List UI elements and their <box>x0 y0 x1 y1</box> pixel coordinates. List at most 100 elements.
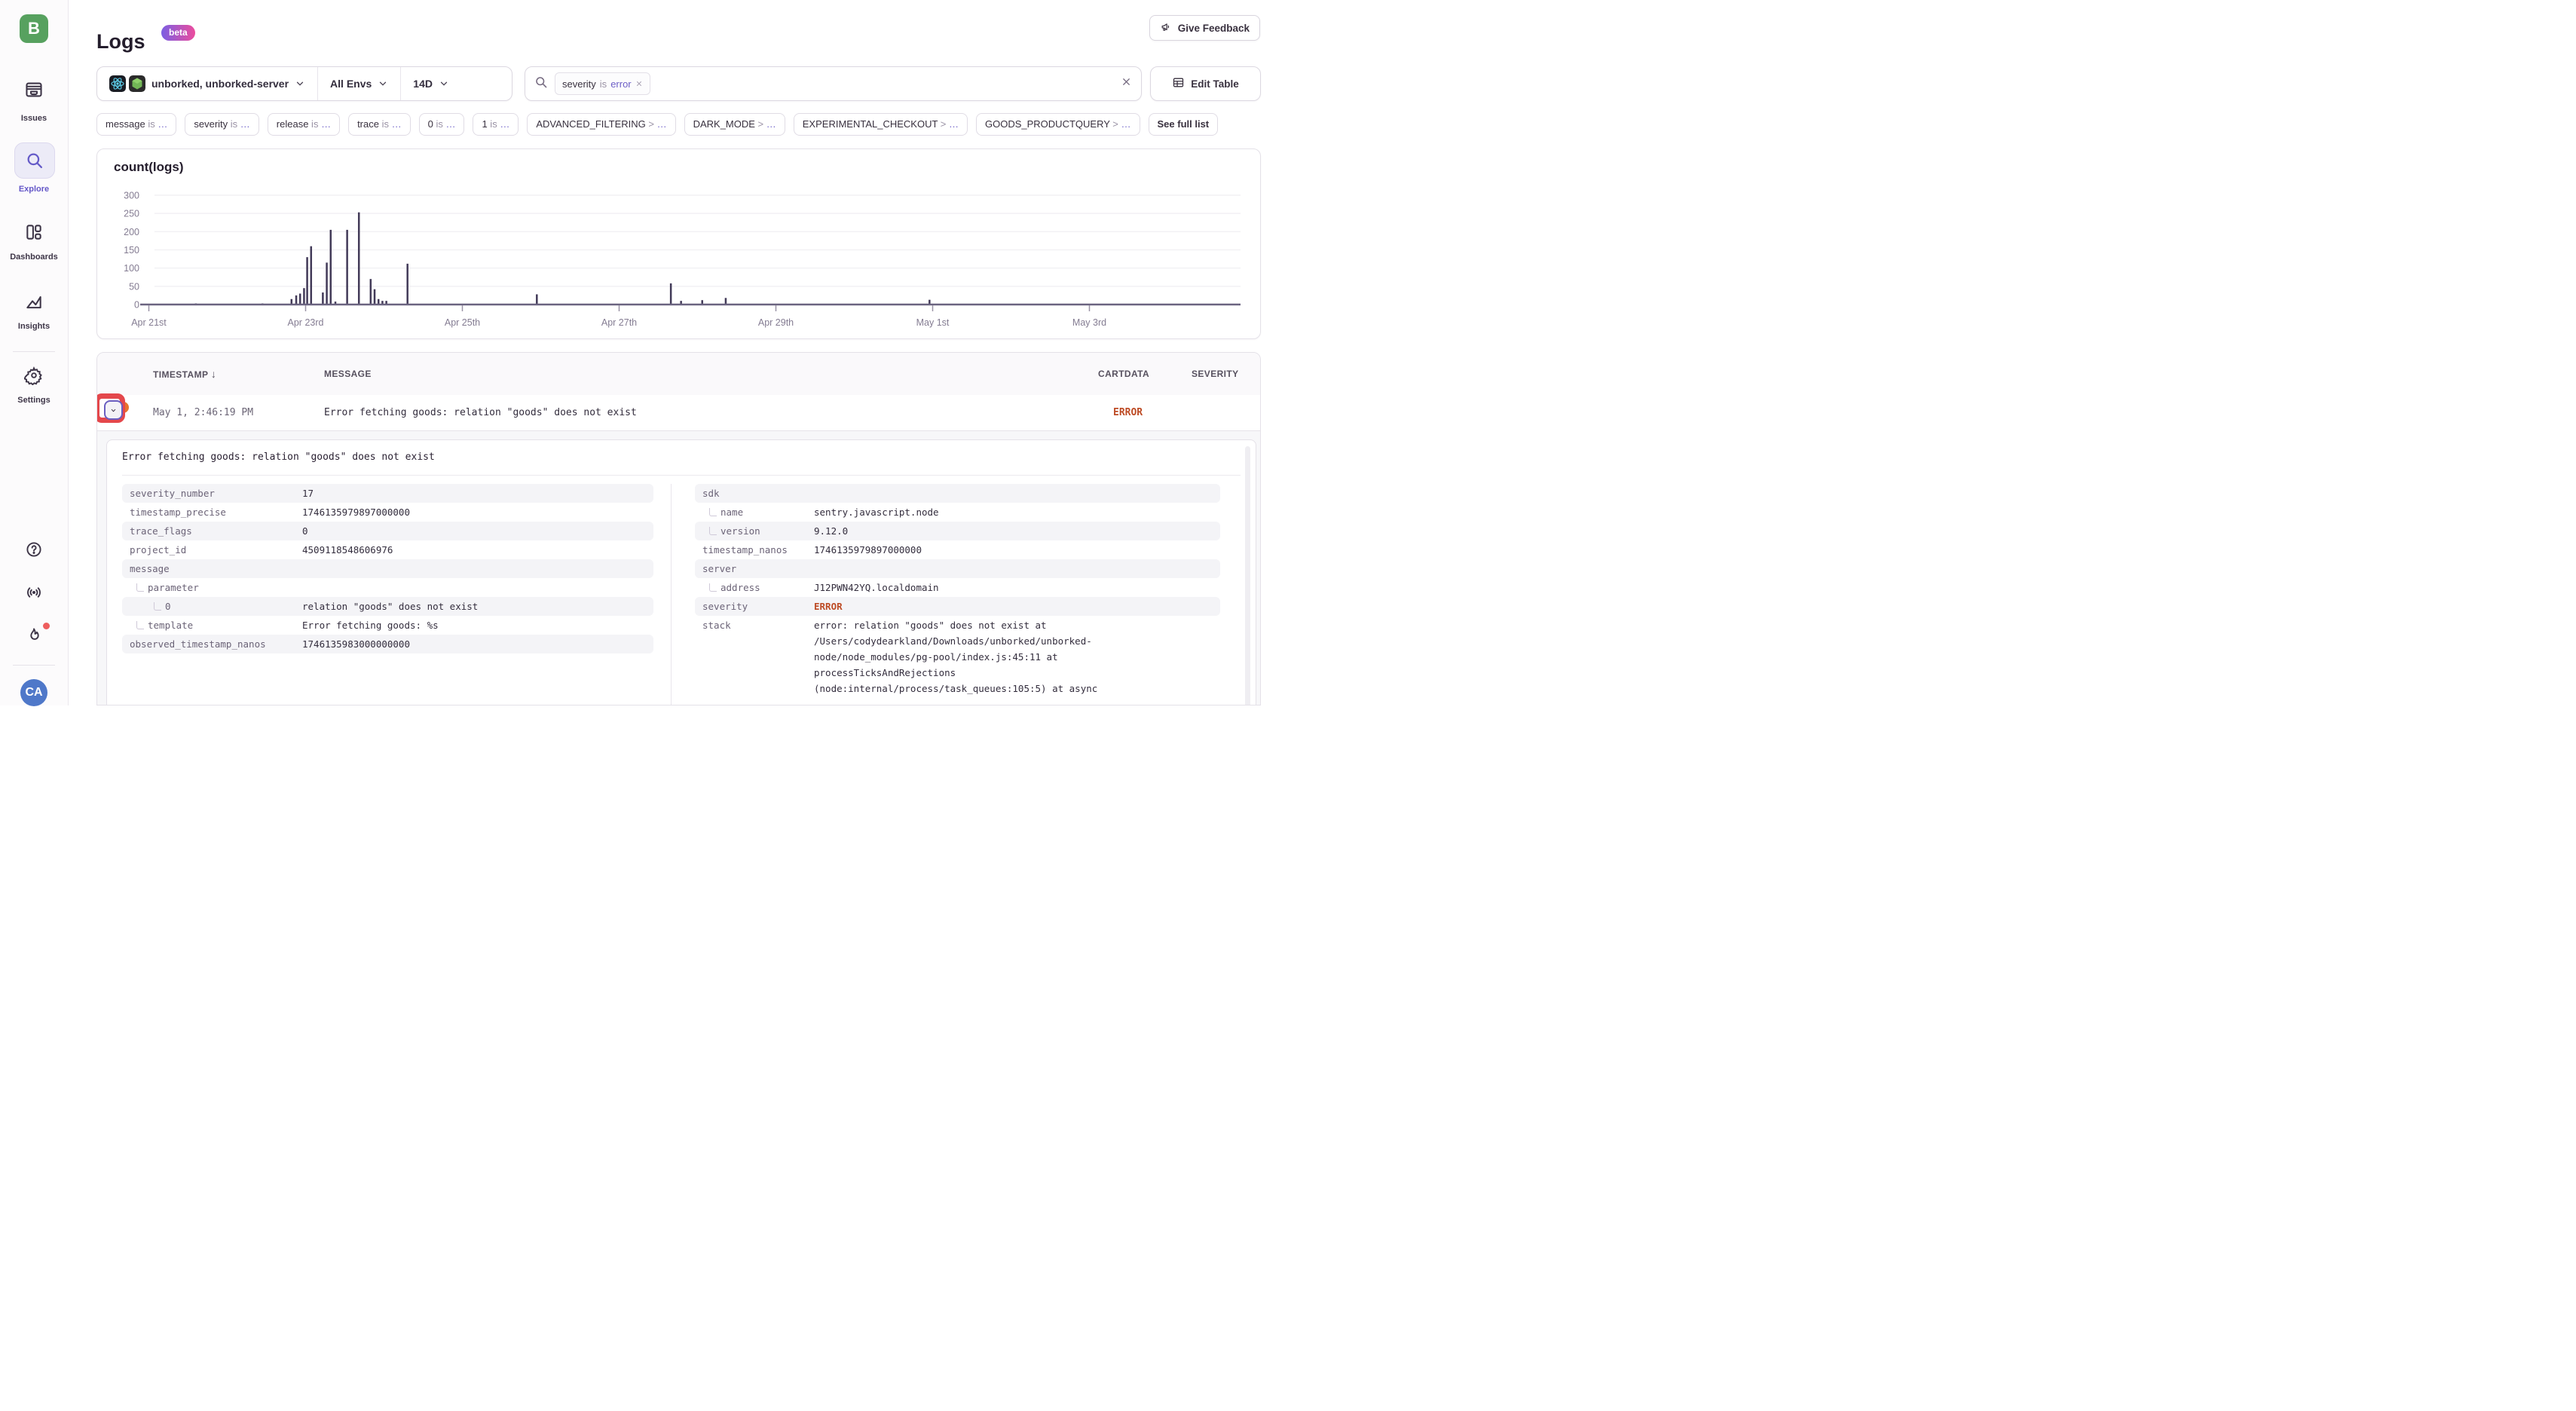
logs-bar-chart[interactable]: 050100150200250300Apr 21stApr 23rdApr 25… <box>106 176 1252 335</box>
attribute-row-severity_number[interactable]: severity_number17 <box>122 484 653 503</box>
environment-selector[interactable]: All Envs <box>318 67 400 100</box>
column-header-timestamp[interactable]: TIMESTAMP ↓ <box>153 353 216 396</box>
token-remove-icon[interactable] <box>635 78 643 90</box>
attribute-key: timestamp_precise <box>122 503 302 522</box>
attribute-row-timestamp_nanos[interactable]: timestamp_nanos1746135979897000000 <box>695 540 1220 559</box>
filter-chip-message[interactable]: message is … <box>96 113 176 136</box>
attribute-row-parameter[interactable]: parameter <box>122 578 653 597</box>
detail-attributes-right: sdknamesentry.javascript.nodeversion9.12… <box>695 484 1220 699</box>
edit-table-label: Edit Table <box>1191 78 1239 90</box>
attribute-row-0[interactable]: 0relation "goods" does not exist <box>122 597 653 616</box>
attribute-key: message <box>122 559 302 578</box>
filter-chip-1[interactable]: 1 is … <box>473 113 519 136</box>
logs-page: { "colors":{"accent":"#6C5FC7","error_te… <box>0 0 1288 706</box>
page-title: Logs <box>96 30 145 54</box>
filter-chip-0[interactable]: 0 is … <box>419 113 465 136</box>
tree-connector <box>136 621 144 629</box>
table-row[interactable]: May 1, 2:46:19 PM Error fetching goods: … <box>97 395 1260 431</box>
dashboards-icon <box>24 222 44 243</box>
filter-chip-experimental_checkout[interactable]: EXPERIMENTAL_CHECKOUT > … <box>794 113 968 136</box>
org-logo[interactable]: B <box>20 14 48 43</box>
log-severity-badge: ERROR <box>1113 395 1143 430</box>
token-operator: is <box>600 78 607 90</box>
filter-chip-dark_mode[interactable]: DARK_MODE > … <box>684 113 785 136</box>
table-header: TIMESTAMP ↓ MESSAGE CARTDATA SEVERITY <box>97 353 1260 396</box>
filter-chip-goods_productquery[interactable]: GOODS_PRODUCTQUERY > … <box>976 113 1140 136</box>
give-feedback-button[interactable]: Give Feedback <box>1149 15 1260 41</box>
search-input[interactable]: severity is error <box>525 66 1142 101</box>
chevron-down-icon <box>439 78 449 89</box>
attribute-row-version[interactable]: version9.12.0 <box>695 522 1220 540</box>
tree-connector <box>709 527 717 535</box>
tree-connector <box>709 583 717 592</box>
filter-chip-advanced_filtering[interactable]: ADVANCED_FILTERING > … <box>527 113 675 136</box>
edit-table-button[interactable]: Edit Table <box>1150 66 1261 101</box>
issues-icon <box>24 80 44 101</box>
page-filter-bar: unborked, unborked-server All Envs 14D <box>96 66 512 101</box>
attribute-key: timestamp_nanos <box>695 540 814 559</box>
avatar[interactable]: CA <box>20 679 47 706</box>
attribute-row-observed_timestamp_nanos[interactable]: observed_timestamp_nanos1746135983000000… <box>122 635 653 653</box>
detail-panel-separator <box>671 484 672 706</box>
filter-chip-release[interactable]: release is … <box>268 113 340 136</box>
attribute-value: 4509118548606976 <box>302 540 393 559</box>
attribute-row-name[interactable]: namesentry.javascript.node <box>695 503 1220 522</box>
column-header-cartdata[interactable]: CARTDATA <box>1098 353 1149 395</box>
attribute-row-sdk[interactable]: sdk <box>695 484 1220 503</box>
attribute-value: J12PWN42YQ.localdomain <box>814 578 939 597</box>
column-header-severity[interactable]: SEVERITY <box>1192 353 1239 395</box>
tree-connector <box>154 602 161 611</box>
fire-icon[interactable] <box>25 626 43 644</box>
attribute-key: stack <box>695 616 814 635</box>
filter-chip-severity[interactable]: severity is … <box>185 113 259 136</box>
see-full-list-button[interactable]: See full list <box>1149 113 1219 136</box>
filter-chip-trace[interactable]: trace is … <box>348 113 411 136</box>
attribute-key: parameter <box>122 578 302 597</box>
help-icon[interactable] <box>25 540 43 559</box>
attribute-row-stack[interactable]: stackerror: relation "goods" does not ex… <box>695 616 1220 699</box>
detail-attributes-left: severity_number17timestamp_precise174613… <box>122 484 653 653</box>
svg-text:Apr 29th: Apr 29th <box>758 317 794 328</box>
attribute-value: ERROR <box>814 597 843 616</box>
chevron-down-icon <box>295 78 305 89</box>
attribute-row-message[interactable]: message <box>122 559 653 578</box>
attribute-key: severity <box>695 597 814 616</box>
svg-text:Apr 25th: Apr 25th <box>445 317 480 328</box>
token-value: error <box>610 78 631 90</box>
sidebar-item-label: Dashboards <box>0 253 68 262</box>
attribute-row-project_id[interactable]: project_id4509118548606976 <box>122 540 653 559</box>
detail-scrollbar[interactable] <box>1245 446 1250 706</box>
detail-divider <box>122 475 1241 476</box>
date-range-selector[interactable]: 14D <box>401 67 461 100</box>
svg-text:May 3rd: May 3rd <box>1072 317 1106 328</box>
attribute-row-server[interactable]: server <box>695 559 1220 578</box>
search-clear-icon[interactable] <box>1121 76 1132 91</box>
attribute-value: 1746135983000000000 <box>302 635 410 653</box>
search-icon <box>534 75 548 93</box>
log-timestamp: May 1, 2:46:19 PM <box>153 395 253 430</box>
attribute-key: project_id <box>122 540 302 559</box>
chevron-down-icon <box>378 78 388 89</box>
attribute-value: 1746135979897000000 <box>814 540 922 559</box>
attribute-row-trace_flags[interactable]: trace_flags0 <box>122 522 653 540</box>
svg-text:100: 100 <box>124 263 139 274</box>
attribute-row-template[interactable]: templateError fetching goods: %s <box>122 616 653 635</box>
attribute-row-severity[interactable]: severityERROR <box>695 597 1220 616</box>
column-header-message[interactable]: MESSAGE <box>324 353 372 395</box>
attribute-value: 1746135979897000000 <box>302 503 410 522</box>
give-feedback-label: Give Feedback <box>1178 23 1250 34</box>
search-filter-token[interactable]: severity is error <box>555 72 650 95</box>
attribute-value: sentry.javascript.node <box>814 503 939 522</box>
sidebar-item-label: Explore <box>0 185 68 194</box>
project-selector[interactable]: unborked, unborked-server <box>97 67 317 100</box>
svg-text:0: 0 <box>134 300 139 311</box>
log-detail-title: Error fetching goods: relation "goods" d… <box>122 451 435 463</box>
attribute-row-address[interactable]: addressJ12PWN42YQ.localdomain <box>695 578 1220 597</box>
tree-connector <box>136 583 144 592</box>
attribute-key: trace_flags <box>122 522 302 540</box>
attribute-row-timestamp_precise[interactable]: timestamp_precise1746135979897000000 <box>122 503 653 522</box>
attribute-key: server <box>695 559 814 578</box>
svg-text:150: 150 <box>124 245 139 256</box>
expand-row-button[interactable] <box>104 400 123 420</box>
broadcast-icon[interactable] <box>25 583 43 601</box>
